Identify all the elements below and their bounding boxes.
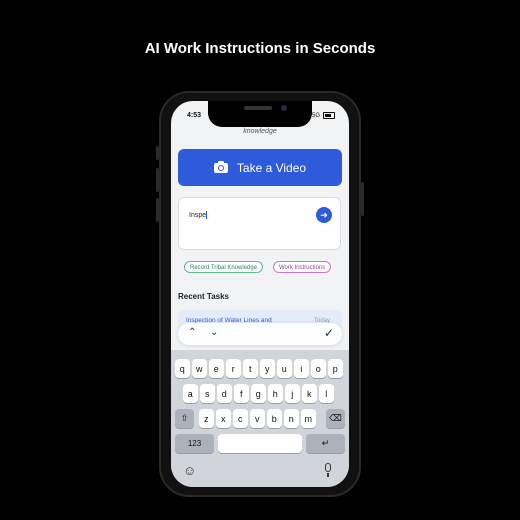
key-v[interactable]: v — [250, 409, 265, 428]
key-l[interactable]: l — [319, 384, 334, 403]
key-q[interactable]: q — [175, 359, 190, 378]
key-i[interactable]: i — [294, 359, 309, 378]
done-check-icon[interactable]: ✓ — [324, 326, 334, 340]
arrow-right-icon: ➜ — [320, 210, 328, 220]
take-video-button[interactable]: Take a Video — [178, 149, 342, 186]
recent-tasks-heading: Recent Tasks — [178, 292, 229, 301]
microphone-icon[interactable] — [323, 463, 333, 478]
battery-icon — [323, 112, 335, 119]
page-subtitle: knowledge — [243, 128, 277, 135]
key-b[interactable]: b — [267, 409, 282, 428]
task-input[interactable]: Inspe ➜ — [178, 197, 341, 250]
numbers-key[interactable]: 123 — [175, 434, 214, 453]
key-n[interactable]: n — [284, 409, 299, 428]
power-button — [361, 182, 364, 216]
key-y[interactable]: y — [260, 359, 275, 378]
phone-notch — [208, 101, 312, 127]
key-d[interactable]: d — [217, 384, 232, 403]
send-button[interactable]: ➜ — [316, 207, 332, 223]
shift-key[interactable]: ⇧ — [175, 409, 194, 428]
key-x[interactable]: x — [216, 409, 231, 428]
space-key[interactable] — [218, 434, 302, 453]
key-o[interactable]: o — [311, 359, 326, 378]
phone-screen: 4:53 ▂▄▆ 5G knowledge Take a Video Inspe… — [171, 101, 349, 487]
key-u[interactable]: u — [277, 359, 292, 378]
key-f[interactable]: f — [234, 384, 249, 403]
key-c[interactable]: c — [233, 409, 248, 428]
return-key[interactable]: ↵ — [306, 434, 345, 453]
side-button — [156, 146, 159, 160]
key-e[interactable]: e — [209, 359, 224, 378]
key-h[interactable]: h — [268, 384, 283, 403]
key-p[interactable]: p — [328, 359, 343, 378]
key-t[interactable]: t — [243, 359, 258, 378]
network-label: 5G — [311, 112, 320, 119]
key-a[interactable]: a — [183, 384, 198, 403]
key-z[interactable]: z — [199, 409, 214, 428]
key-w[interactable]: w — [192, 359, 207, 378]
key-g[interactable]: g — [251, 384, 266, 403]
status-time: 4:53 — [187, 112, 202, 119]
chip-work-instructions[interactable]: Work Instructions — [273, 261, 332, 273]
key-r[interactable]: r — [226, 359, 241, 378]
delete-key[interactable]: ⌫ — [326, 409, 345, 428]
chevron-up-icon[interactable]: ⌃ — [188, 327, 196, 338]
key-k[interactable]: k — [302, 384, 317, 403]
keyboard: qwertyuiop asdfghjkl zxcvbnm ⇧ ⌫ 123 ↵ ☺ — [171, 350, 349, 487]
keyboard-accessory-bar: ⌃ ⌄ ✓ — [178, 323, 342, 345]
key-j[interactable]: j — [285, 384, 300, 403]
chevron-down-icon[interactable]: ⌄ — [210, 327, 218, 338]
task-input-text: Inspe — [189, 211, 208, 219]
camera-icon — [213, 160, 228, 173]
volume-up-button — [156, 168, 159, 192]
volume-down-button — [156, 198, 159, 222]
text-caret — [206, 211, 208, 219]
speaker — [244, 106, 272, 110]
key-s[interactable]: s — [200, 384, 215, 403]
headline: AI Work Instructions in Seconds — [144, 40, 376, 57]
key-m[interactable]: m — [301, 409, 316, 428]
take-video-label: Take a Video — [236, 160, 307, 175]
chip-record-tribal-knowledge[interactable]: Record Tribal Knowledge — [184, 261, 264, 273]
task-input-value: Inspe — [189, 211, 207, 219]
emoji-icon[interactable]: ☺ — [183, 463, 196, 478]
front-camera — [281, 105, 287, 111]
